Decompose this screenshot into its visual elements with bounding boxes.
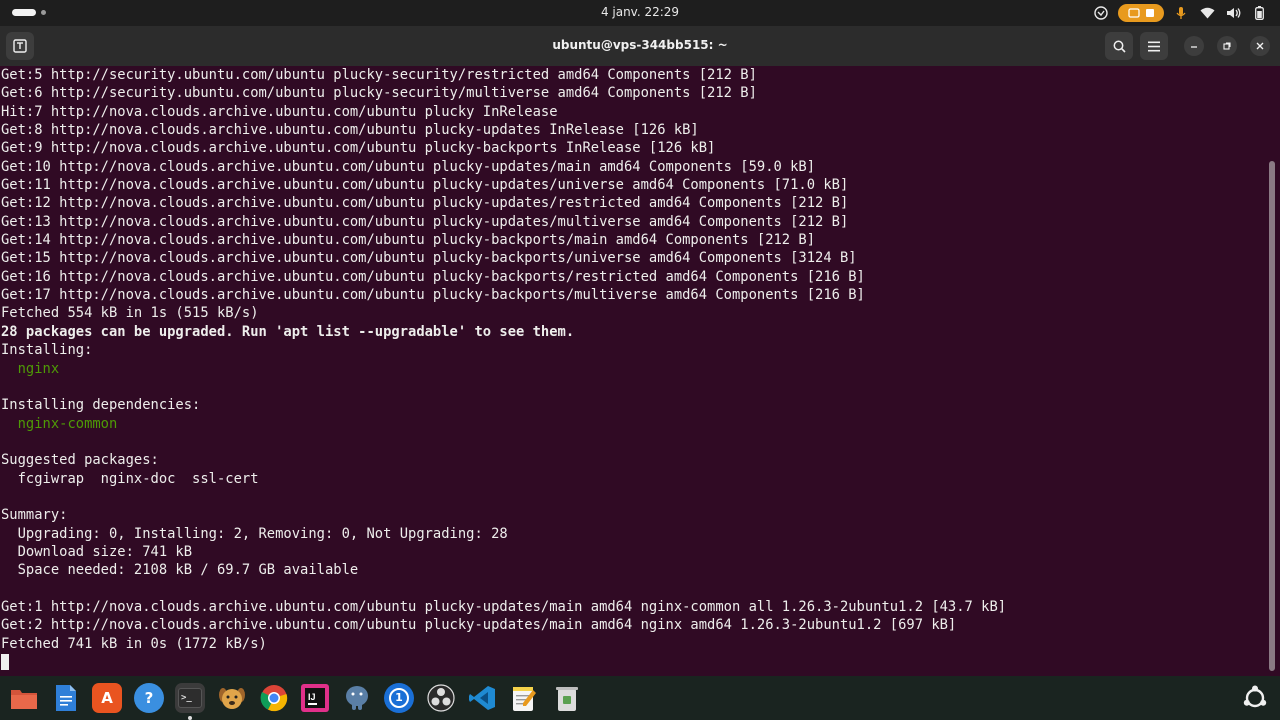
password-manager-app-icon[interactable]: 1 xyxy=(384,683,414,713)
restore-icon xyxy=(1223,42,1231,50)
close-button[interactable] xyxy=(1250,36,1270,56)
stop-icon xyxy=(1145,9,1154,17)
terminal-cursor-line xyxy=(1,653,1268,671)
system-tray[interactable] xyxy=(1092,4,1268,22)
dog-app-icon[interactable] xyxy=(217,683,247,713)
vscode-app-icon[interactable] xyxy=(467,683,497,713)
terminal-line: Get:10 http://nova.clouds.archive.ubuntu… xyxy=(1,158,816,175)
terminal-line: Fetched 554 kB in 1s (515 kB/s) xyxy=(1,305,259,322)
terminal-line: Get:6 http://security.ubuntu.com/ubuntu … xyxy=(1,85,757,102)
terminal-line: Get:15 http://nova.clouds.archive.ubuntu… xyxy=(1,250,857,267)
close-icon xyxy=(1256,42,1264,50)
screen-recording-indicator[interactable] xyxy=(1118,4,1164,22)
obs-app-icon[interactable] xyxy=(426,683,456,713)
postgresql-app-icon[interactable] xyxy=(342,683,372,713)
search-button[interactable] xyxy=(1105,32,1133,60)
menu-button[interactable] xyxy=(1140,32,1168,60)
terminal-line: Installing: xyxy=(1,342,93,359)
trash-icon[interactable] xyxy=(552,683,582,713)
minimize-button[interactable] xyxy=(1184,36,1204,56)
terminal-line: Get:12 http://nova.clouds.archive.ubuntu… xyxy=(1,195,849,212)
terminal-line-package: nginx xyxy=(1,360,60,377)
accessibility-icon[interactable] xyxy=(1092,4,1110,22)
app-center-icon[interactable]: A xyxy=(92,683,122,713)
password-manager-glyph: 1 xyxy=(389,688,409,708)
app-center-glyph: A xyxy=(101,689,113,707)
microphone-icon[interactable] xyxy=(1172,4,1190,22)
text-editor-app-icon[interactable] xyxy=(509,683,539,713)
terminal-output[interactable]: Get:5 http://security.ubuntu.com/ubuntu … xyxy=(0,66,1268,676)
terminal-line: Get:5 http://security.ubuntu.com/ubuntu … xyxy=(1,67,757,83)
terminal-line: Download size: 741 kB xyxy=(1,543,193,560)
terminal-line: Get:11 http://nova.clouds.archive.ubuntu… xyxy=(1,177,849,194)
text-document-app-icon[interactable] xyxy=(51,683,81,713)
terminal-line: Get:14 http://nova.clouds.archive.ubuntu… xyxy=(1,232,816,249)
chrome-app-icon[interactable] xyxy=(259,683,289,713)
terminal-line: Installing dependencies: xyxy=(1,397,201,414)
terminal-line: Summary: xyxy=(1,507,68,524)
terminal-app-icon[interactable]: >_ xyxy=(175,683,205,713)
terminal-line: Get:17 http://nova.clouds.archive.ubuntu… xyxy=(1,287,865,304)
help-app-icon[interactable]: ? xyxy=(134,683,164,713)
terminal-scrollbar[interactable] xyxy=(1269,161,1275,671)
terminal-line: Upgrading: 0, Installing: 2, Removing: 0… xyxy=(1,525,508,542)
terminal-cursor xyxy=(1,654,9,670)
terminal-line: Get:8 http://nova.clouds.archive.ubuntu.… xyxy=(1,122,699,139)
terminal-line: Get:13 http://nova.clouds.archive.ubuntu… xyxy=(1,213,849,230)
show-apps-icon[interactable] xyxy=(1240,683,1270,713)
terminal-line: Get:9 http://nova.clouds.archive.ubuntu.… xyxy=(1,140,716,157)
restore-button[interactable] xyxy=(1217,36,1237,56)
screencast-icon xyxy=(1127,8,1140,18)
minimize-icon xyxy=(1191,46,1197,48)
window-title: ubuntu@vps-344bb515: ~ xyxy=(552,38,728,52)
hamburger-icon xyxy=(1148,41,1160,51)
intellij-glyph: IJ xyxy=(308,692,316,702)
volume-icon[interactable] xyxy=(1224,4,1242,22)
running-indicator xyxy=(188,716,192,720)
terminal-line: Get:1 http://nova.clouds.archive.ubuntu.… xyxy=(1,598,1007,615)
terminal-line: Get:2 http://nova.clouds.archive.ubuntu.… xyxy=(1,617,957,634)
terminal-line: Get:16 http://nova.clouds.archive.ubuntu… xyxy=(1,268,865,285)
terminal-line: Hit:7 http://nova.clouds.archive.ubuntu.… xyxy=(1,103,558,120)
terminal-line: Space needed: 2108 kB / 69.7 GB availabl… xyxy=(1,562,359,579)
terminal-line: Suggested packages: xyxy=(1,452,159,469)
window-headerbar: ubuntu@vps-344bb515: ~ xyxy=(0,26,1280,66)
terminal-line: fcgiwrap nginx-doc ssl-cert xyxy=(1,470,259,487)
terminal-glyph: >_ xyxy=(178,688,202,708)
clock[interactable]: 4 janv. 22:29 xyxy=(0,5,1280,19)
top-bar: 4 janv. 22:29 xyxy=(0,0,1280,26)
battery-icon[interactable] xyxy=(1250,4,1268,22)
dock: A ? >_ IJ 1 xyxy=(0,676,1280,720)
terminal-line-upgrade-notice: 28 packages can be upgraded. Run 'apt li… xyxy=(1,323,575,340)
terminal-window: ubuntu@vps-344bb515: ~ Get:5 http://secu… xyxy=(0,26,1280,676)
search-icon xyxy=(1113,40,1126,53)
terminal-line: Fetched 741 kB in 0s (1772 kB/s) xyxy=(1,635,267,652)
wifi-icon[interactable] xyxy=(1198,4,1216,22)
files-app-icon[interactable] xyxy=(9,683,39,713)
help-glyph: ? xyxy=(144,689,154,707)
terminal-line-package: nginx-common xyxy=(1,415,118,432)
intellij-app-icon[interactable]: IJ xyxy=(300,683,330,713)
